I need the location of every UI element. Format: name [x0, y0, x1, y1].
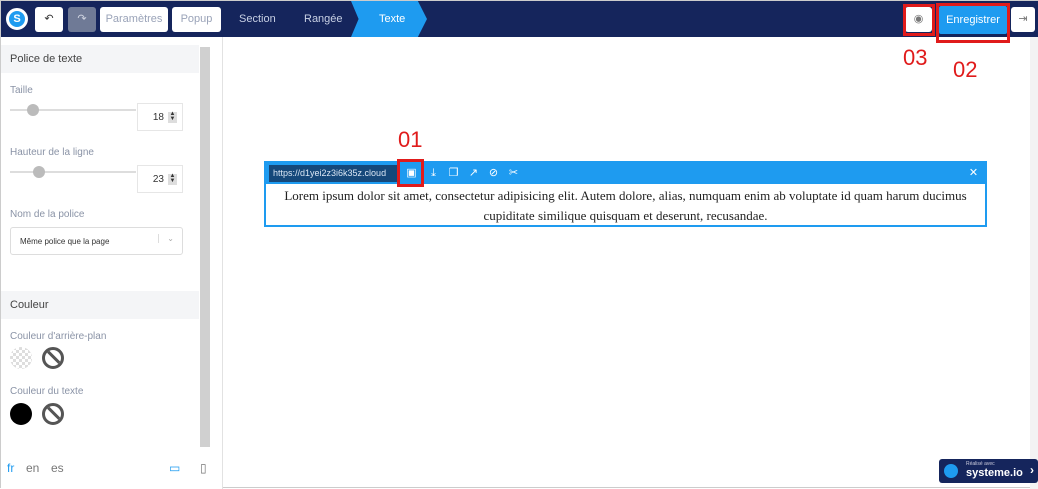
bg-color-clear-icon[interactable] — [42, 347, 64, 369]
breadcrumb-section[interactable]: Section — [239, 1, 276, 37]
external-link-icon[interactable]: ↗ — [466, 165, 481, 182]
size-slider[interactable] — [10, 104, 136, 116]
text-content[interactable]: Lorem ipsum dolor sit amet, consectetur … — [266, 186, 985, 226]
url-field[interactable]: https://d1yei2z3i6k35z.cloud — [269, 165, 399, 182]
unlink-icon[interactable]: ✂ — [506, 165, 521, 182]
line-height-value: 23 — [152, 174, 164, 185]
block-icon[interactable]: ⊘ — [486, 165, 501, 182]
highlight-save — [936, 3, 1010, 43]
font-name-label: Nom de la police — [10, 209, 85, 220]
lang-es[interactable]: es — [51, 461, 64, 475]
text-element[interactable]: https://d1yei2z3i6k35z.cloud ▣ ⤓ ❐ ↗ ⊘ ✂… — [264, 161, 987, 227]
sidebar-scrollbar[interactable] — [200, 47, 210, 447]
highlight-preview — [903, 4, 935, 36]
chevron-right-icon: › — [1030, 463, 1034, 477]
size-label: Taille — [10, 85, 33, 96]
mobile-icon[interactable]: ▯ — [200, 461, 207, 475]
close-icon[interactable]: ✕ — [966, 165, 981, 182]
text-element-toolbar: https://d1yei2z3i6k35z.cloud ▣ ⤓ ❐ ↗ ⊘ ✂… — [266, 163, 985, 184]
canvas-scrollbar[interactable] — [1030, 37, 1038, 489]
exit-icon: ⇥ — [1018, 13, 1028, 25]
settings-sidebar: Police de texte Taille 18 ▲ ▼ Hauteur de l… — [1, 37, 223, 489]
line-height-label: Hauteur de la ligne — [10, 147, 94, 158]
badge-brand: systeme.io — [966, 467, 1023, 479]
exit-button[interactable]: ⇥ — [1011, 7, 1035, 32]
parametres-button[interactable]: Paramètres — [100, 7, 168, 32]
font-name-select[interactable]: Même police que la page ⌄ — [10, 227, 183, 255]
line-height-spinner[interactable]: ▲ ▼ — [168, 173, 177, 185]
download-icon[interactable]: ⤓ — [426, 165, 441, 182]
bg-color-swatch[interactable] — [10, 347, 32, 369]
text-color-clear-icon[interactable] — [42, 403, 64, 425]
undo-button[interactable]: ↶ — [35, 7, 63, 32]
line-height-slider[interactable] — [10, 166, 136, 178]
size-input[interactable]: 18 ▲ ▼ — [137, 103, 183, 131]
copy-icon[interactable]: ❐ — [446, 165, 461, 182]
lang-en[interactable]: en — [26, 461, 39, 475]
font-name-value: Même police que la page — [20, 237, 110, 246]
lang-fr[interactable]: fr — [7, 461, 14, 475]
breadcrumb-text[interactable]: Texte — [351, 1, 427, 37]
callout-03: 03 — [903, 45, 928, 70]
chevron-down-icon: ⌄ — [158, 234, 174, 243]
highlight-save-icon — [397, 159, 424, 187]
brand-logo-icon — [944, 464, 958, 478]
redo-button[interactable]: ↷ — [68, 7, 96, 32]
popup-button[interactable]: Popup — [172, 7, 221, 32]
section-font-title: Police de texte — [1, 45, 199, 73]
size-value: 18 — [152, 112, 164, 123]
line-height-slider-knob[interactable] — [32, 166, 45, 178]
section-color-title: Couleur — [1, 291, 199, 319]
callout-02: 02 — [953, 57, 978, 82]
size-spinner[interactable]: ▲ ▼ — [168, 111, 177, 123]
size-slider-knob[interactable] — [27, 104, 40, 116]
bg-color-label: Couleur d'arrière-plan — [10, 331, 107, 342]
desktop-icon[interactable]: ▭ — [169, 461, 180, 475]
callout-01: 01 — [398, 127, 423, 152]
made-with-badge[interactable]: Réalisé avec systeme.io › — [939, 459, 1038, 483]
text-color-swatch[interactable] — [10, 403, 32, 425]
text-color-label: Couleur du texte — [10, 386, 84, 397]
app-logo: S — [6, 8, 28, 30]
breadcrumb-row[interactable]: Rangée — [304, 1, 343, 37]
line-height-input[interactable]: 23 ▲ ▼ — [137, 165, 183, 193]
top-toolbar: S ↶ ↷ Paramètres Popup Section Rangée Te… — [1, 1, 1038, 37]
